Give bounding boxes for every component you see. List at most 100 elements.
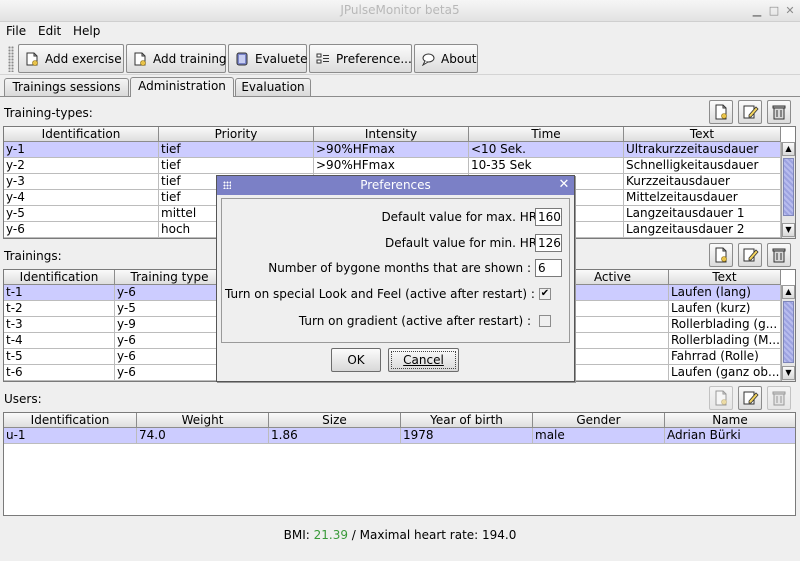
about-button[interactable]: About [414,44,478,73]
close-icon[interactable]: ✕ [557,178,571,192]
window-titlebar: JPulseMonitor beta5 ▁ □ ✕ [0,0,800,22]
bmi-value: 21.39 [313,528,348,542]
column-header[interactable]: Text [669,270,781,285]
tab-trainings-sessions[interactable]: Trainings sessions [4,78,129,97]
months-input[interactable]: 6 [535,259,562,277]
column-header[interactable]: Time [469,127,624,142]
delete-user-button[interactable] [767,386,791,410]
column-header[interactable]: Size [269,413,401,428]
column-header[interactable]: Gender [533,413,665,428]
max-hr-label: / Maximal heart rate: [351,528,479,542]
tab-administration[interactable]: Administration [130,77,234,97]
minimize-icon[interactable]: ▁ [750,4,764,18]
column-header[interactable]: Identification [4,127,159,142]
table-cell: y-9 [115,317,225,333]
evaluete-label: Evaluete [255,51,308,66]
toolbar: Add exercise Add training Evaluete Prefe… [0,42,800,75]
column-header[interactable]: Identification [4,413,137,428]
new-document-icon [715,247,727,263]
tab-divider [0,96,800,97]
add-training-row-button[interactable] [709,243,733,267]
table-cell: y-6 [4,222,159,238]
min-hr-input[interactable]: 126 [535,234,562,252]
menu-help[interactable]: Help [73,24,100,38]
speech-bubble-icon [421,52,435,66]
vertical-scrollbar[interactable]: ▲ ▼ [781,285,795,381]
add-training-type-button[interactable] [709,100,733,124]
table-cell: y-2 [4,158,159,174]
table-cell: >90%HFmax [314,158,469,174]
gradient-label: Turn on gradient (active after restart) … [298,314,531,328]
tab-evaluation[interactable]: Evaluation [235,78,311,97]
edit-icon [743,248,759,262]
dialog-title: Preferences [360,178,431,192]
table-cell: t-4 [4,333,115,349]
max-hr-input[interactable]: 160 [535,208,562,226]
edit-user-button[interactable] [738,386,762,410]
new-document-icon [715,104,727,120]
table-cell: y-3 [4,174,159,190]
edit-training-type-button[interactable] [738,100,762,124]
cancel-label: Cancel [403,353,444,367]
table-cell: Mittelzeitausdauer [624,190,781,206]
scrollbar-thumb[interactable] [783,158,794,216]
table-cell: Rollerblading (g... [669,317,781,333]
users-label: Users: [4,392,42,406]
column-header[interactable]: Identification [4,270,115,285]
evaluete-button[interactable]: Evaluete [228,44,307,73]
ok-button[interactable]: OK [331,348,381,372]
table-cell: Adrian Bürki [665,428,795,444]
table-cell: tief [159,158,314,174]
scroll-up-icon[interactable]: ▲ [782,142,795,156]
tab-label: Trainings sessions [12,80,121,94]
table-cell: Fahrrad (Rolle) [669,349,781,365]
preference-label: Preference... [336,51,412,66]
preference-button[interactable]: Preference... [309,44,412,73]
toolbar-grip[interactable] [8,46,14,72]
table-cell: y-5 [115,301,225,317]
edit-training-button[interactable] [738,243,762,267]
edit-icon [743,391,759,405]
vertical-scrollbar[interactable]: ▲ ▼ [781,142,795,238]
trash-icon [772,248,786,263]
table-cell: 1978 [401,428,533,444]
cancel-button[interactable]: Cancel [388,348,459,372]
menu-file-label: File [6,24,27,38]
column-header[interactable]: Priority [159,127,314,142]
table-cell: <10 Sek. [469,142,624,158]
menu-edit[interactable]: Edit [38,24,61,38]
dialog-titlebar[interactable]: Preferences ✕ [217,176,574,195]
laf-label: Turn on special Look and Feel (active af… [225,287,535,301]
column-header[interactable]: Weight [137,413,269,428]
scroll-up-icon[interactable]: ▲ [782,285,795,299]
add-exercise-button[interactable]: Add exercise [18,44,124,73]
laf-checkbox[interactable]: ✔ [539,288,551,300]
table-cell: y-6 [115,285,225,301]
table-cell: male [533,428,665,444]
table-cell: Langzeitausdauer 2 [624,222,781,238]
scroll-down-icon[interactable]: ▼ [782,223,795,237]
table-cell: Kurzzeitausdauer [624,174,781,190]
users-table: Identification Weight Size Year of birth… [3,412,796,516]
column-header[interactable]: Intensity [314,127,469,142]
maximize-icon[interactable]: □ [767,4,781,18]
table-cell: 74.0 [137,428,269,444]
table-cell: t-6 [4,365,115,381]
training-types-label: Training-types: [4,106,93,120]
add-exercise-label: Add exercise [45,51,122,66]
delete-training-type-button[interactable] [767,100,791,124]
table-cell: y-1 [4,142,159,158]
column-header[interactable]: Text [624,127,781,142]
delete-training-button[interactable] [767,243,791,267]
add-training-button[interactable]: Add training [126,44,227,73]
gradient-checkbox[interactable] [539,315,551,327]
column-header[interactable]: Training type [115,270,225,285]
scroll-down-icon[interactable]: ▼ [782,366,795,380]
scrollbar-thumb[interactable] [783,301,794,363]
table-cell: >90%HFmax [314,142,469,158]
add-user-button[interactable] [709,386,733,410]
menu-file[interactable]: File [6,24,26,38]
close-window-icon[interactable]: ✕ [783,4,797,18]
column-header[interactable]: Name [665,413,795,428]
column-header[interactable]: Year of birth [401,413,533,428]
